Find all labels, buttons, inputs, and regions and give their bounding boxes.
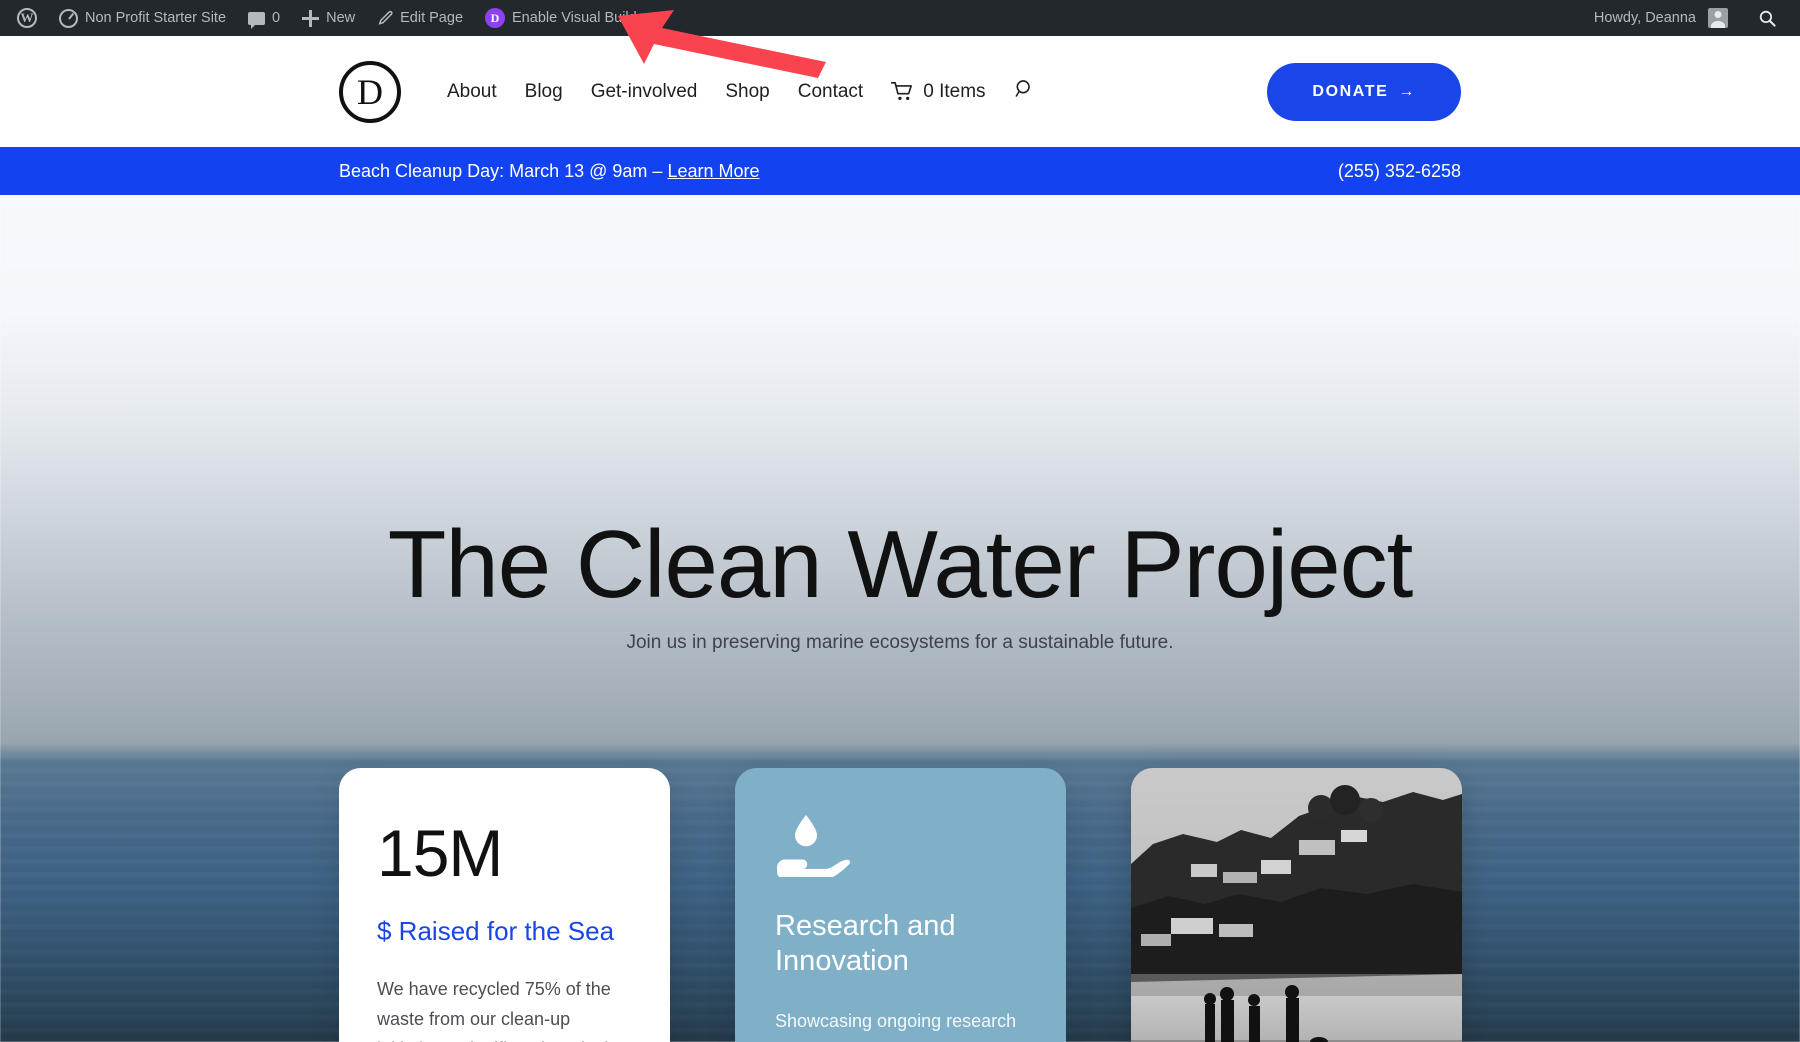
donate-button[interactable]: DONATE → — [1267, 62, 1461, 121]
admin-bar-left-group: W Non Profit Starter Site 0 New Edit Pag… — [0, 0, 661, 36]
site-logo[interactable]: D — [339, 60, 401, 123]
stat-body-text: We have recycled 75% of the waste from o… — [377, 979, 628, 1042]
edit-page-link[interactable]: Edit Page — [366, 0, 474, 36]
hero-subtitle: Join us in preserving marine ecosystems … — [626, 632, 1174, 653]
avatar — [1708, 8, 1728, 28]
pencil-icon — [378, 10, 393, 25]
stat-card: 15M $ Raised for the Sea We have recycle… — [339, 768, 670, 1042]
my-account-menu[interactable]: Howdy, Deanna — [1583, 0, 1739, 36]
hero-section: The Clean Water Project Join us in prese… — [0, 195, 1800, 1042]
comment-count: 0 — [272, 10, 281, 26]
nav-item-shop[interactable]: Shop — [711, 81, 783, 103]
site-search-button[interactable] — [1014, 78, 1036, 105]
announcement-message: Beach Cleanup Day: March 13 @ 9am – — [339, 160, 668, 181]
site-name-menu[interactable]: Non Profit Starter Site — [48, 0, 237, 36]
comment-bubble-icon — [248, 11, 266, 29]
dashboard-house-icon — [59, 8, 78, 28]
search-icon — [1759, 10, 1776, 27]
main-navigation: About Blog Get-involved Shop Contact 0 I… — [433, 78, 1036, 105]
stat-label: $ Raised for the Sea — [377, 916, 615, 946]
site-name-label: Non Profit Starter Site — [85, 10, 227, 26]
enable-visual-builder-label: Enable Visual Builder — [512, 10, 650, 26]
page-title: The Clean Water Project — [387, 511, 1414, 618]
cart-item-count: 0 Items — [923, 80, 986, 102]
nav-item-about[interactable]: About — [433, 81, 511, 103]
site-header: D About Blog Get-involved Shop Contact 0… — [0, 36, 1800, 147]
wp-admin-bar: W Non Profit Starter Site 0 New Edit Pag… — [0, 0, 1800, 36]
nav-item-blog[interactable]: Blog — [511, 81, 577, 103]
donate-button-label: DONATE — [1312, 82, 1389, 100]
announcement-bar: Beach Cleanup Day: March 13 @ 9am – Lear… — [0, 147, 1800, 195]
shopping-cart-icon — [891, 82, 913, 101]
howdy-label: Howdy, Deanna — [1593, 10, 1696, 26]
edit-page-label: Edit Page — [400, 10, 464, 26]
new-content-menu[interactable]: New — [291, 0, 366, 36]
wordpress-logo-icon: W — [17, 8, 37, 28]
cart-link[interactable]: 0 Items — [877, 80, 986, 103]
divi-logo-icon: D — [485, 8, 506, 28]
phone-number[interactable]: (255) 352-6258 — [1338, 161, 1461, 182]
nav-item-get-involved[interactable]: Get-involved — [577, 81, 712, 103]
enable-visual-builder-link[interactable]: D Enable Visual Builder — [474, 0, 661, 36]
nav-item-contact[interactable]: Contact — [784, 81, 877, 103]
stat-number: 15M — [377, 816, 503, 890]
wordpress-logo-menu[interactable]: W — [6, 0, 48, 36]
water-drop-in-hand-icon — [777, 815, 851, 877]
beach-photo-illustration — [1131, 768, 1462, 1042]
new-label: New — [326, 10, 356, 26]
cards-row: 15M $ Raised for the Sea We have recycle… — [339, 768, 1463, 1042]
arrow-right-icon: → — [1398, 82, 1416, 100]
feature-title: Research and Innovation — [775, 910, 956, 978]
announcement-text: Beach Cleanup Day: March 13 @ 9am – Lear… — [339, 161, 760, 182]
feature-card: Research and Innovation Showcasing ongoi… — [735, 768, 1066, 1042]
plus-icon — [302, 9, 320, 27]
beach-photo — [1131, 768, 1462, 1042]
admin-bar-right-group: Howdy, Deanna — [1583, 0, 1800, 36]
media-card: MAKE A DONATION → — [1131, 768, 1462, 1042]
search-icon — [1015, 80, 1030, 97]
admin-bar-search-button[interactable] — [1747, 0, 1788, 36]
feature-body-text: Showcasing ongoing research projects, te… — [775, 1010, 1017, 1042]
learn-more-link[interactable]: Learn More — [667, 161, 759, 181]
comments-menu[interactable]: 0 — [237, 0, 291, 36]
